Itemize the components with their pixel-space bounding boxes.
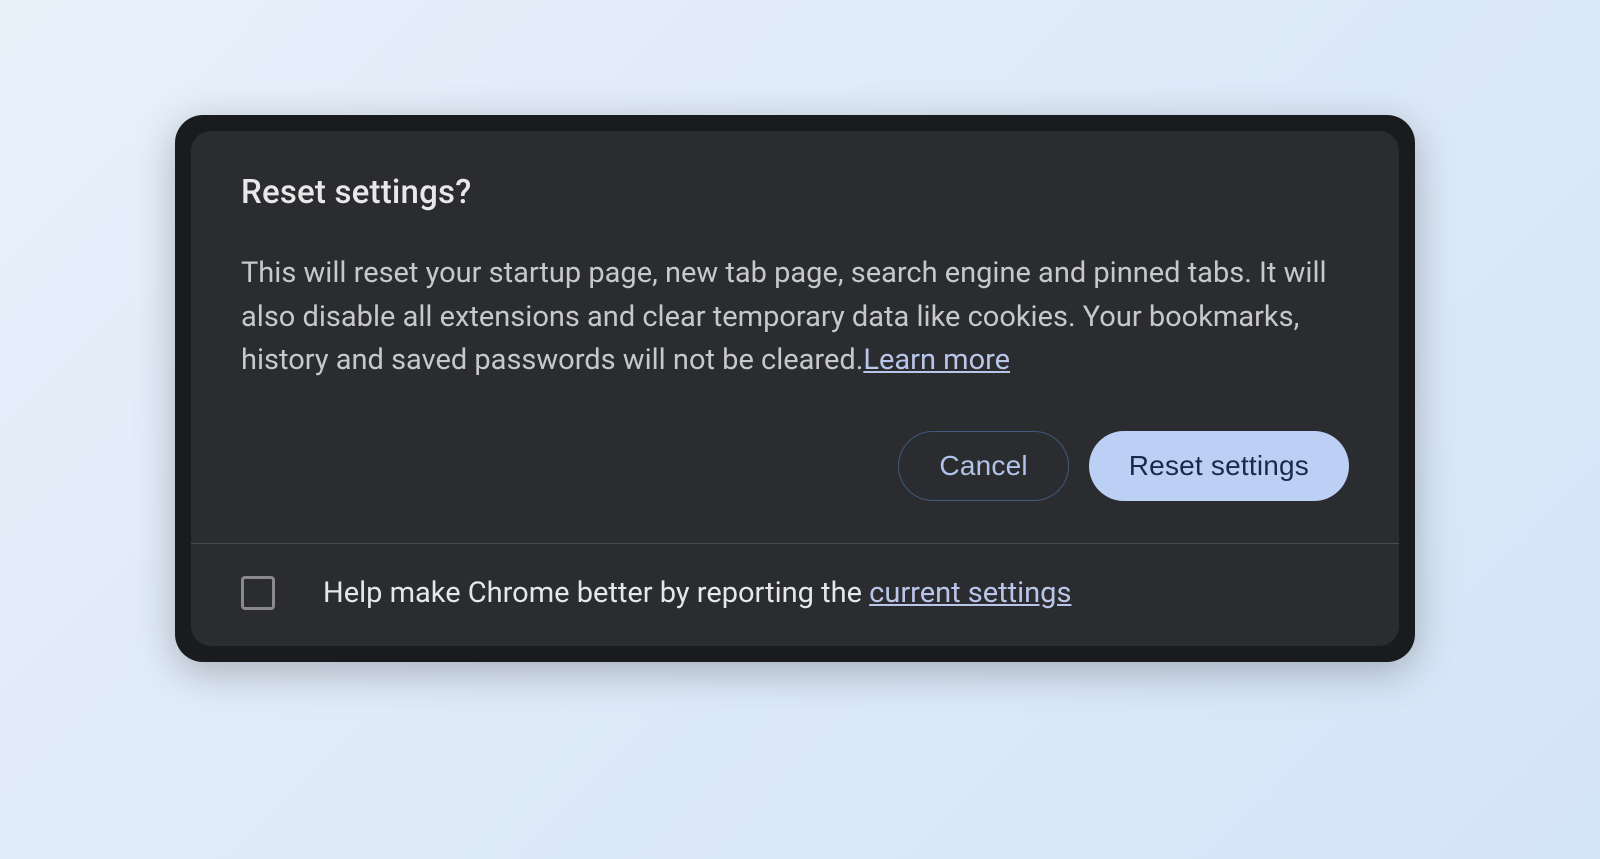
- reset-settings-dialog: Reset settings? This will reset your sta…: [175, 115, 1415, 662]
- footer-label: Help make Chrome better by reporting the…: [323, 576, 1071, 610]
- cancel-button[interactable]: Cancel: [898, 431, 1068, 501]
- footer-label-text: Help make Chrome better by reporting the: [323, 576, 869, 610]
- learn-more-link[interactable]: Learn more: [863, 343, 1010, 377]
- dialog-description: This will reset your startup page, new t…: [241, 252, 1349, 383]
- dialog-panel: Reset settings? This will reset your sta…: [191, 131, 1399, 646]
- report-settings-checkbox[interactable]: [241, 576, 275, 610]
- dialog-title: Reset settings?: [241, 173, 1349, 212]
- dialog-main: Reset settings? This will reset your sta…: [191, 131, 1399, 543]
- current-settings-link[interactable]: current settings: [869, 576, 1071, 610]
- dialog-footer: Help make Chrome better by reporting the…: [191, 543, 1399, 646]
- reset-settings-button[interactable]: Reset settings: [1089, 431, 1349, 501]
- dialog-body-text: This will reset your startup page, new t…: [241, 256, 1327, 377]
- dialog-button-row: Cancel Reset settings: [241, 431, 1349, 507]
